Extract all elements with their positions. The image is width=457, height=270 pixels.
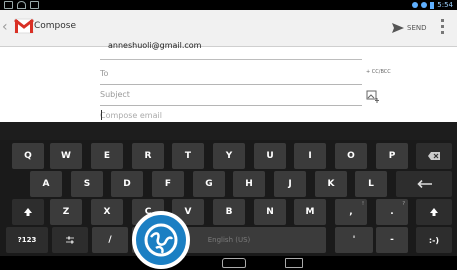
gmail-logo-icon[interactable] (14, 18, 34, 34)
to-underline (100, 84, 362, 85)
subject-field[interactable]: Subject (100, 90, 362, 106)
key-g[interactable]: G (193, 171, 225, 197)
status-time: 5:54 (437, 1, 453, 9)
up-navigation-icon[interactable]: ‹ (2, 19, 8, 35)
send-label: SEND (407, 24, 427, 32)
symbols-mode-key[interactable]: ?123 (6, 227, 48, 253)
space-label: English (US) (207, 236, 251, 244)
shift-key-right[interactable] (416, 199, 452, 225)
wifi-icon (17, 1, 27, 9)
keyboard-suggestion-strip (0, 122, 457, 140)
key-b[interactable]: B (213, 199, 245, 225)
key-w[interactable]: W (50, 143, 82, 169)
soft-keyboard: Q W E R T Y U I O P A S D F G H J K L Z … (0, 122, 457, 256)
enter-icon (417, 180, 432, 188)
wifi-signal-icon (421, 2, 428, 8)
key-y[interactable]: Y (213, 143, 245, 169)
settings-key[interactable] (52, 227, 88, 253)
emoji-key[interactable]: :-) (416, 227, 452, 253)
key-comma-hint: ! (361, 201, 364, 207)
screen-icon (4, 1, 13, 9)
key-s[interactable]: S (71, 171, 103, 197)
backspace-key[interactable] (416, 143, 452, 169)
shift-icon (24, 208, 32, 216)
send-button[interactable]: SEND (392, 18, 427, 38)
home-button-icon[interactable] (222, 258, 246, 268)
globe-icon (144, 223, 178, 257)
key-n[interactable]: N (254, 199, 286, 225)
key-r[interactable]: R (132, 143, 164, 169)
key-d[interactable]: D (111, 171, 143, 197)
action-bar: ‹ Compose SEND (0, 10, 457, 47)
overflow-menu-icon[interactable] (436, 16, 448, 40)
page-title: Compose (34, 21, 77, 31)
status-left-icons (4, 1, 44, 9)
from-account[interactable]: anneshuoli@gmail.com (108, 41, 201, 50)
key-j[interactable]: J (274, 171, 306, 197)
status-right-icons: 5:54 (412, 1, 453, 9)
to-field[interactable]: To (100, 69, 362, 85)
shift-icon (430, 208, 438, 216)
to-placeholder: To (100, 69, 109, 78)
shift-key-left[interactable] (12, 199, 44, 225)
key-u[interactable]: U (254, 143, 286, 169)
key-k[interactable]: K (315, 171, 347, 197)
body-placeholder: Compose email (100, 111, 162, 120)
data-icon (412, 2, 419, 8)
key-m[interactable]: M (294, 199, 326, 225)
key-dash[interactable]: - (376, 227, 408, 253)
cc-bcc-button[interactable]: + CC/BCC (366, 69, 391, 75)
key-q[interactable]: Q (12, 143, 44, 169)
key-x[interactable]: X (91, 199, 123, 225)
recent-apps-icon[interactable] (285, 258, 303, 268)
status-bar: 5:54 (0, 0, 457, 10)
from-divider (100, 59, 362, 60)
key-e[interactable]: E (91, 143, 123, 169)
key-apostrophe[interactable]: ' (335, 227, 373, 253)
key-slash[interactable]: / (92, 227, 128, 253)
key-l[interactable]: L (355, 171, 387, 197)
floating-app-badge[interactable] (132, 211, 190, 269)
backspace-icon (428, 152, 440, 160)
compose-form: anneshuoli@gmail.com To + CC/BCC Subject… (0, 41, 457, 122)
key-t[interactable]: T (172, 143, 204, 169)
navigation-bar (0, 256, 457, 270)
enter-key[interactable] (396, 171, 452, 197)
battery-icon (430, 1, 435, 9)
key-o[interactable]: O (335, 143, 367, 169)
key-period[interactable]: .? (376, 199, 408, 225)
key-h[interactable]: H (233, 171, 265, 197)
key-comma[interactable]: ,! (335, 199, 367, 225)
subject-placeholder: Subject (100, 90, 130, 99)
key-p[interactable]: P (376, 143, 408, 169)
send-icon (392, 23, 404, 33)
text-cursor (101, 110, 102, 120)
key-i[interactable]: I (294, 143, 326, 169)
key-period-hint: ? (402, 201, 405, 207)
attach-image-icon[interactable] (366, 89, 380, 103)
subject-underline (100, 105, 362, 106)
image-icon (30, 1, 40, 9)
settings-sliders-icon (66, 236, 74, 244)
key-z[interactable]: Z (50, 199, 82, 225)
key-a[interactable]: A (30, 171, 62, 197)
key-f[interactable]: F (152, 171, 184, 197)
